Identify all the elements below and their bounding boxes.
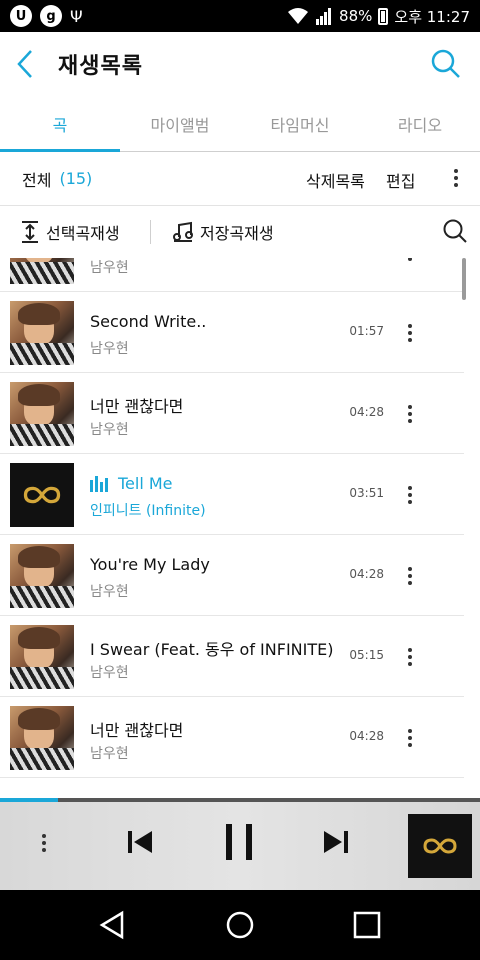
music-note-icon [173, 221, 193, 242]
tab-time-machine[interactable]: 타임머신 [240, 96, 360, 151]
song-row[interactable]: 너만 괜찮다면남우현 04:28 [0, 373, 464, 454]
tab-my-album[interactable]: 마이앨범 [120, 96, 240, 151]
song-title: I Swear (Feat. 동우 of INFINITE) [90, 640, 334, 659]
album-thumbnail [10, 382, 74, 446]
song-duration: 03:51 [349, 486, 384, 500]
song-artist: 인피니트 (Infinite) [90, 503, 206, 519]
search-icon [443, 219, 467, 243]
delete-list-button[interactable]: 삭제목록 [306, 168, 365, 192]
pause-icon [226, 824, 252, 860]
song-row[interactable]: You're My Lady 남우현 04:28 [0, 535, 464, 616]
battery-percent: 88% [339, 7, 373, 25]
song-title: You're My Lady [90, 555, 210, 574]
more-options-icon[interactable] [446, 169, 466, 187]
skip-previous-icon [128, 831, 152, 853]
progress-bar[interactable] [0, 798, 480, 802]
tab-songs[interactable]: 곡 [0, 96, 120, 152]
song-row[interactable]: Second Write.. 남우현 01:57 [0, 292, 464, 373]
play-saved-label: 저장곡재생 [200, 224, 274, 243]
song-count: (15) [59, 169, 93, 188]
song-duration: 01:57 [349, 324, 384, 338]
app-header: 재생목록 [0, 32, 480, 96]
chevron-left-icon [17, 50, 32, 78]
song-title: Second Write.. [90, 312, 207, 331]
next-button[interactable] [322, 828, 350, 860]
search-icon [431, 49, 460, 78]
song-duration: 05:15 [349, 648, 384, 662]
song-more-icon[interactable] [400, 648, 420, 666]
wifi-icon [288, 8, 309, 24]
song-row[interactable]: I Swear (Feat. 동우 of INFINITE) 남우현 05:15 [0, 616, 464, 697]
play-selected-button[interactable]: 선택곡재생 [20, 220, 120, 244]
nav-home-button[interactable] [225, 910, 255, 944]
song-more-icon[interactable] [400, 324, 420, 342]
list-search-button[interactable] [442, 218, 468, 248]
song-title: 너만 괜찮다면 [90, 397, 184, 416]
play-selected-icon [22, 221, 38, 243]
status-bar: U g Ψ 88% 오후 11:27 [0, 0, 480, 32]
u-plus-icon: U [10, 5, 32, 27]
player-more-icon[interactable] [34, 834, 54, 852]
song-artist: 남우현 [90, 584, 129, 600]
tab-radio[interactable]: 라디오 [360, 96, 480, 151]
usb-icon: Ψ [70, 6, 83, 26]
play-toolbar: 선택곡재생 저장곡재생 [0, 206, 480, 258]
play-selected-label: 선택곡재생 [46, 224, 120, 243]
nav-recent-button[interactable] [352, 910, 382, 944]
pause-button[interactable] [222, 822, 256, 866]
infinite-logo-icon [423, 838, 457, 854]
song-artist: 남우현 [90, 665, 129, 681]
song-more-icon[interactable] [400, 258, 420, 261]
song-more-icon[interactable] [400, 405, 420, 423]
battery-icon [378, 7, 389, 25]
status-time: 오후 11:27 [394, 7, 470, 26]
song-title: 너만 괜찮다면 [90, 721, 184, 740]
back-button[interactable] [0, 32, 50, 96]
divider [150, 220, 151, 244]
nav-back-button[interactable] [98, 910, 126, 944]
recent-apps-icon [353, 911, 381, 939]
mini-player [0, 798, 480, 890]
infinite-logo-icon [23, 486, 61, 504]
progress-fill [0, 798, 58, 802]
song-artist: 남우현 [90, 341, 129, 357]
album-thumbnail [10, 544, 74, 608]
song-artist: 남우현 [90, 422, 129, 438]
album-thumbnail [10, 625, 74, 689]
skip-next-icon [324, 831, 348, 853]
play-saved-button[interactable]: 저장곡재생 [172, 220, 274, 244]
album-thumbnail [10, 258, 74, 284]
album-art[interactable] [408, 814, 472, 878]
album-thumbnail [10, 706, 74, 770]
home-circle-icon [226, 911, 254, 939]
edit-button[interactable]: 편집 [386, 168, 415, 192]
song-row[interactable]: Tell Me 인피니트 (Infinite) 03:51 [0, 454, 464, 535]
song-title: Tell Me [118, 474, 173, 493]
page-title: 재생목록 [58, 54, 143, 79]
now-playing-icon [90, 476, 108, 492]
song-row[interactable]: 남우현 [0, 258, 464, 292]
album-thumbnail [10, 463, 74, 527]
signal-icon [316, 8, 332, 25]
album-thumbnail [10, 301, 74, 365]
all-label[interactable]: 전체 [22, 167, 51, 191]
song-more-icon[interactable] [400, 486, 420, 504]
song-more-icon[interactable] [400, 567, 420, 585]
song-more-icon[interactable] [400, 729, 420, 747]
song-artist: 남우현 [90, 746, 129, 762]
system-nav-bar [0, 890, 480, 960]
song-duration: 04:28 [349, 405, 384, 419]
song-duration: 04:28 [349, 567, 384, 581]
g-icon: g [40, 5, 62, 27]
song-row[interactable]: 너만 괜찮다면남우현 04:28 [0, 697, 464, 778]
back-triangle-icon [99, 910, 124, 940]
scrollbar[interactable] [462, 258, 466, 300]
song-list[interactable]: 남우현 Second Write.. 남우현 01:57 너만 괜찮다면 남우현 04:28… [0, 258, 480, 798]
tab-bar: 곡 마이앨범 타임머신 라디오 [0, 96, 480, 152]
song-duration: 04:28 [349, 729, 384, 743]
list-toolbar: 전체 (15) 삭제목록 편집 [0, 152, 480, 206]
song-artist: 남우현 [90, 260, 129, 276]
search-button[interactable] [424, 42, 468, 86]
previous-button[interactable] [126, 828, 154, 860]
